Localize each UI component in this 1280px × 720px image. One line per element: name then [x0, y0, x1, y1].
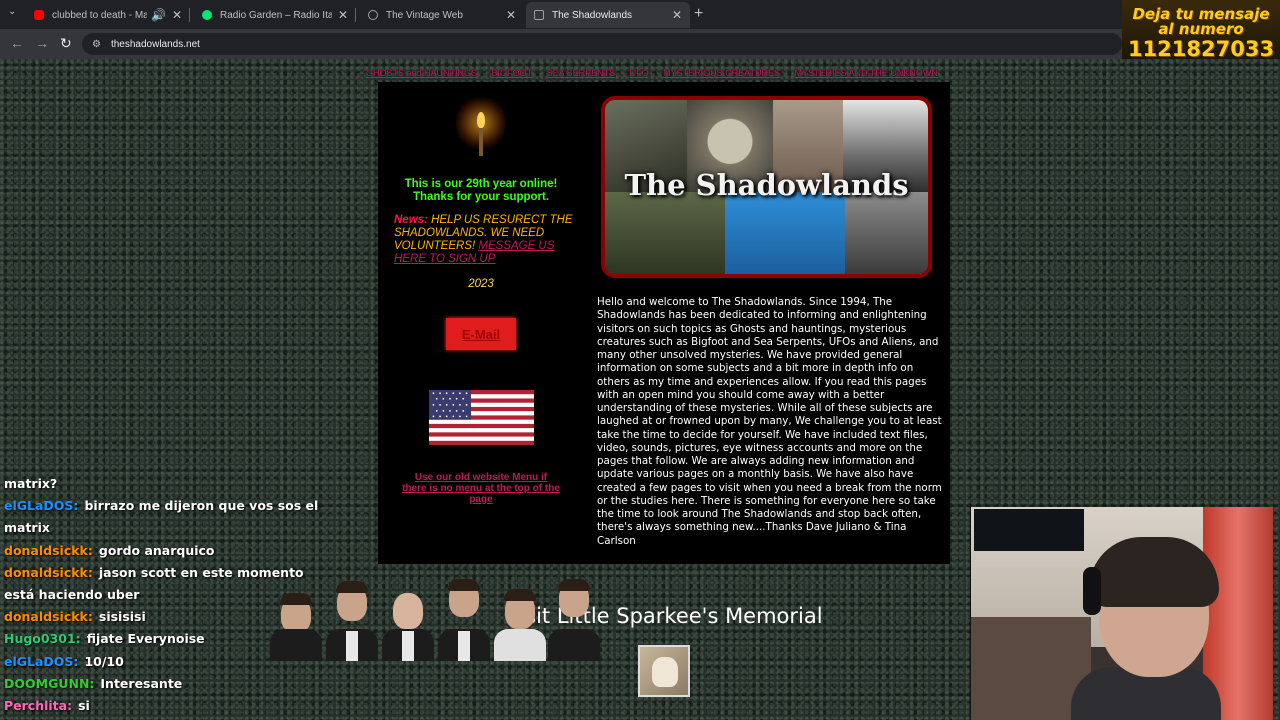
banner-phone-number: 1121827033 [1127, 37, 1275, 61]
nav-link-mysteries[interactable]: MYSTERIES AND THE UNKNOWN [795, 68, 938, 78]
sea-serpent-image [725, 192, 845, 274]
person-figure [438, 579, 490, 661]
year-label: 2023 [468, 278, 494, 290]
radio-garden-icon [202, 10, 212, 20]
close-tab-icon[interactable]: ✕ [338, 8, 348, 22]
chat-text: si [78, 698, 90, 714]
chat-user: donaldsickk: [4, 564, 93, 580]
person-figure [548, 579, 600, 661]
chat-text: sisisisi [98, 609, 146, 625]
logo-title: The Shadowlands [624, 168, 909, 202]
chat-user: Perchlita: [4, 698, 73, 714]
chat-overlay: matrix? elGLaDOS: birrazo me dijeron que … [4, 473, 324, 717]
forward-button[interactable]: → [35, 35, 49, 51]
new-tab-button[interactable]: + [694, 5, 703, 23]
email-button[interactable]: E-Mail [446, 318, 516, 350]
old-menu-link[interactable]: Use our old website Menu if there is no … [402, 472, 560, 505]
sparkee-photo[interactable] [638, 645, 690, 697]
close-tab-icon[interactable]: ✕ [672, 8, 682, 22]
nav-link-mysterious-creatures[interactable]: MYSTERIOUS CREATURES [663, 68, 780, 78]
chat-text: fijate Everynoise [86, 631, 205, 647]
chat-message: donaldsickk: sisisisi [4, 606, 324, 628]
page-icon [534, 10, 544, 20]
url-text: theshadowlands.net [110, 38, 200, 50]
news-block: News: HELP US RESURECT THE SHADOWLANDS. … [394, 214, 579, 266]
chat-message: DOOMGUNN: Interesante [4, 673, 324, 695]
webcam-overlay [970, 507, 1273, 720]
back-button[interactable]: ← [10, 35, 24, 51]
reload-button[interactable]: ↻ [60, 35, 72, 52]
chat-text: 10/10 [84, 653, 124, 669]
background-tv [974, 509, 1084, 551]
tab-title: Radio Garden – Radio Ita Pora [220, 9, 332, 21]
intro-paragraph: Hello and welcome to The Shadowlands. Si… [597, 296, 942, 547]
welcome-line-1: This is our 29th year online! [404, 178, 558, 190]
chat-message: Hugo0301: fijate Everynoise [4, 628, 324, 650]
chat-message: matrix? [4, 473, 324, 495]
main-content-panel: This is our 29th year online! Thanks for… [378, 82, 950, 564]
chat-message: donaldsickk: jason scott en este momento … [4, 562, 324, 606]
chat-text: gordo anarquico [98, 542, 215, 558]
nav-link-bigfoot[interactable]: BIGFOOT [492, 68, 533, 78]
tab-vintage-web[interactable]: The Vintage Web ✕ [360, 2, 524, 28]
ghost-image [845, 192, 928, 274]
chat-message: elGLaDOS: birrazo me dijeron que vos sos … [4, 495, 324, 539]
chat-user: DOOMGUNN: [4, 675, 95, 691]
tab-title: clubbed to death - Matrix s [52, 9, 147, 21]
chat-user: donaldsickk: [4, 609, 93, 625]
tab-clubbed-to-death[interactable]: clubbed to death - Matrix s 🔊 ✕ [26, 2, 190, 28]
address-bar[interactable]: ⚙ theshadowlands.net [82, 33, 1122, 55]
candle-icon [456, 93, 506, 158]
youtube-icon [34, 10, 44, 20]
nav-link-sea-serpents[interactable]: SEA SERPENTS [547, 68, 616, 78]
shadowlands-logo: The Shadowlands [601, 96, 932, 278]
tab-title: The Shadowlands [552, 9, 633, 21]
nav-link-ghosts[interactable]: GHOSTS and HAUNTINGS [366, 68, 477, 78]
tab-bar: ⌄ clubbed to death - Matrix s 🔊 ✕ Radio … [0, 0, 1280, 29]
chat-user: donaldsickk: [4, 542, 93, 558]
globe-icon [368, 10, 378, 20]
person-figure [494, 585, 546, 661]
browser-toolbar: ← → ↻ ⚙ theshadowlands.net [0, 29, 1280, 59]
banner-line-2: al numero [1158, 20, 1244, 38]
welcome-message: This is our 29th year online! Thanks for… [378, 178, 584, 204]
tab-radio-garden[interactable]: Radio Garden – Radio Ita Pora ✕ [194, 2, 356, 28]
speaker-icon[interactable]: 🔊 [151, 8, 166, 22]
tab-shadowlands[interactable]: The Shadowlands ✕ [526, 2, 690, 28]
chat-message: Perchlita: si [4, 695, 324, 717]
tab-search-icon[interactable]: ⌄ [8, 6, 16, 17]
chat-message: donaldsickk: gordo anarquico [4, 540, 324, 562]
news-label: News: [394, 214, 428, 226]
headphones-icon [1083, 567, 1101, 615]
nav-link-ufo[interactable]: UFO [630, 68, 649, 78]
chat-text: matrix? [4, 476, 58, 491]
creature-image [605, 192, 725, 274]
us-flag-icon [429, 390, 534, 445]
chat-user: Hugo0301: [4, 631, 81, 647]
person-figure [326, 581, 378, 661]
close-tab-icon[interactable]: ✕ [506, 8, 516, 22]
site-info-icon[interactable]: ⚙ [92, 39, 101, 50]
chat-user: elGLaDOS: [4, 498, 79, 514]
top-nav: GHOSTS and HAUNTINGS BIGFOOT SEA SERPENT… [366, 68, 966, 80]
chat-message: elGLaDOS: 10/10 [4, 651, 324, 673]
person-figure [382, 587, 434, 661]
welcome-line-2: Thanks for your support. [412, 191, 550, 203]
close-tab-icon[interactable]: ✕ [172, 8, 182, 22]
tab-title: The Vintage Web [386, 9, 463, 21]
chat-text: Interesante [100, 675, 183, 691]
chat-user: elGLaDOS: [4, 653, 79, 669]
